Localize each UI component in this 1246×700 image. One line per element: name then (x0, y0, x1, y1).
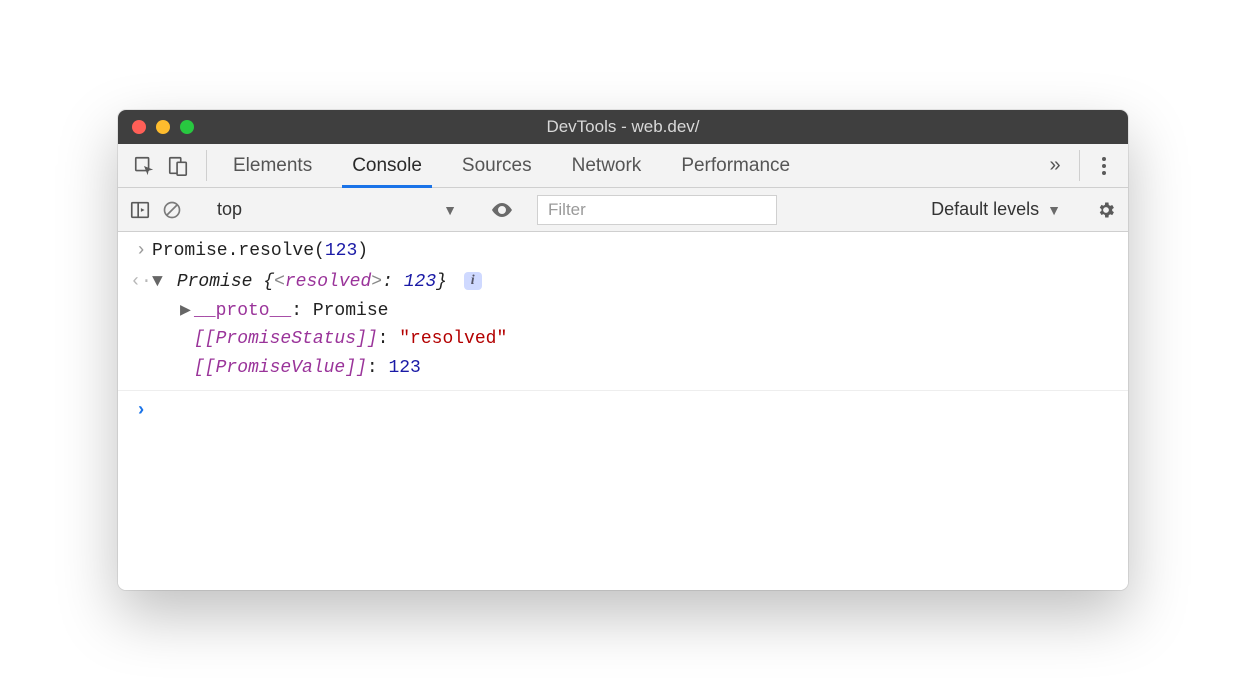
tabbar-left-icons (122, 144, 200, 187)
object-tree: ▶__proto__: Promise [[PromiseStatus]]: "… (152, 297, 1116, 383)
clear-console-icon[interactable] (158, 196, 186, 224)
divider (1079, 150, 1080, 181)
internal-slot-row[interactable]: [[PromiseValue]]: 123 (180, 354, 1116, 383)
input-expression[interactable]: Promise.resolve(123) (152, 237, 1116, 266)
disclosure-triangle-icon[interactable]: ▼ (152, 268, 166, 297)
console-output[interactable]: › Promise.resolve(123) ‹· ▼ Promise {<re… (118, 232, 1128, 590)
proto-row[interactable]: ▶__proto__: Promise (180, 297, 1116, 326)
tab-sources[interactable]: Sources (442, 144, 552, 187)
internal-slot-row[interactable]: [[PromiseStatus]]: "resolved" (180, 325, 1116, 354)
console-input-row: › Promise.resolve(123) (118, 236, 1128, 267)
console-result-row: ‹· ▼ Promise {<resolved>: 123} i ▶__prot… (118, 267, 1128, 384)
console-settings-icon[interactable] (1092, 196, 1120, 224)
levels-label: Default levels (931, 199, 1039, 220)
return-marker-icon: ‹· (130, 268, 152, 383)
result-object[interactable]: ▼ Promise {<resolved>: 123} i ▶__proto__… (152, 268, 1116, 383)
tab-elements[interactable]: Elements (213, 144, 332, 187)
device-toolbar-icon[interactable] (164, 152, 192, 180)
prompt-marker-icon: › (130, 397, 152, 426)
console-toolbar: top ▼ Default levels ▼ (118, 188, 1128, 232)
tab-console[interactable]: Console (332, 144, 442, 187)
zoom-window-button[interactable] (180, 120, 194, 134)
console-prompt-row[interactable]: › (118, 390, 1128, 427)
toggle-console-sidebar-icon[interactable] (126, 196, 154, 224)
disclosure-triangle-icon[interactable]: ▶ (180, 297, 194, 326)
titlebar: DevTools - web.dev/ (118, 110, 1128, 144)
divider (206, 150, 207, 181)
settings-menu-button[interactable] (1086, 144, 1122, 187)
log-levels-select[interactable]: Default levels ▼ (921, 199, 1071, 220)
devtools-window: DevTools - web.dev/ Elements Console Sou… (118, 110, 1128, 590)
info-badge-icon[interactable]: i (464, 272, 482, 290)
tab-network[interactable]: Network (552, 144, 662, 187)
live-expression-icon[interactable] (488, 196, 516, 224)
main-tabbar: Elements Console Sources Network Perform… (118, 144, 1128, 188)
console-prompt-input[interactable] (152, 397, 1116, 426)
dropdown-caret-icon: ▼ (1047, 202, 1061, 218)
tab-performance[interactable]: Performance (661, 144, 810, 187)
execution-context-select[interactable]: top ▼ (207, 195, 467, 225)
traffic-lights (118, 120, 194, 134)
context-label: top (217, 199, 242, 220)
close-window-button[interactable] (132, 120, 146, 134)
dropdown-caret-icon: ▼ (443, 202, 457, 218)
input-marker-icon: › (130, 237, 152, 266)
window-title: DevTools - web.dev/ (118, 117, 1128, 137)
minimize-window-button[interactable] (156, 120, 170, 134)
inspect-element-icon[interactable] (130, 152, 158, 180)
panel-tabs: Elements Console Sources Network Perform… (213, 144, 810, 187)
more-tabs-button[interactable]: » (1037, 144, 1073, 187)
filter-input[interactable] (537, 195, 777, 225)
